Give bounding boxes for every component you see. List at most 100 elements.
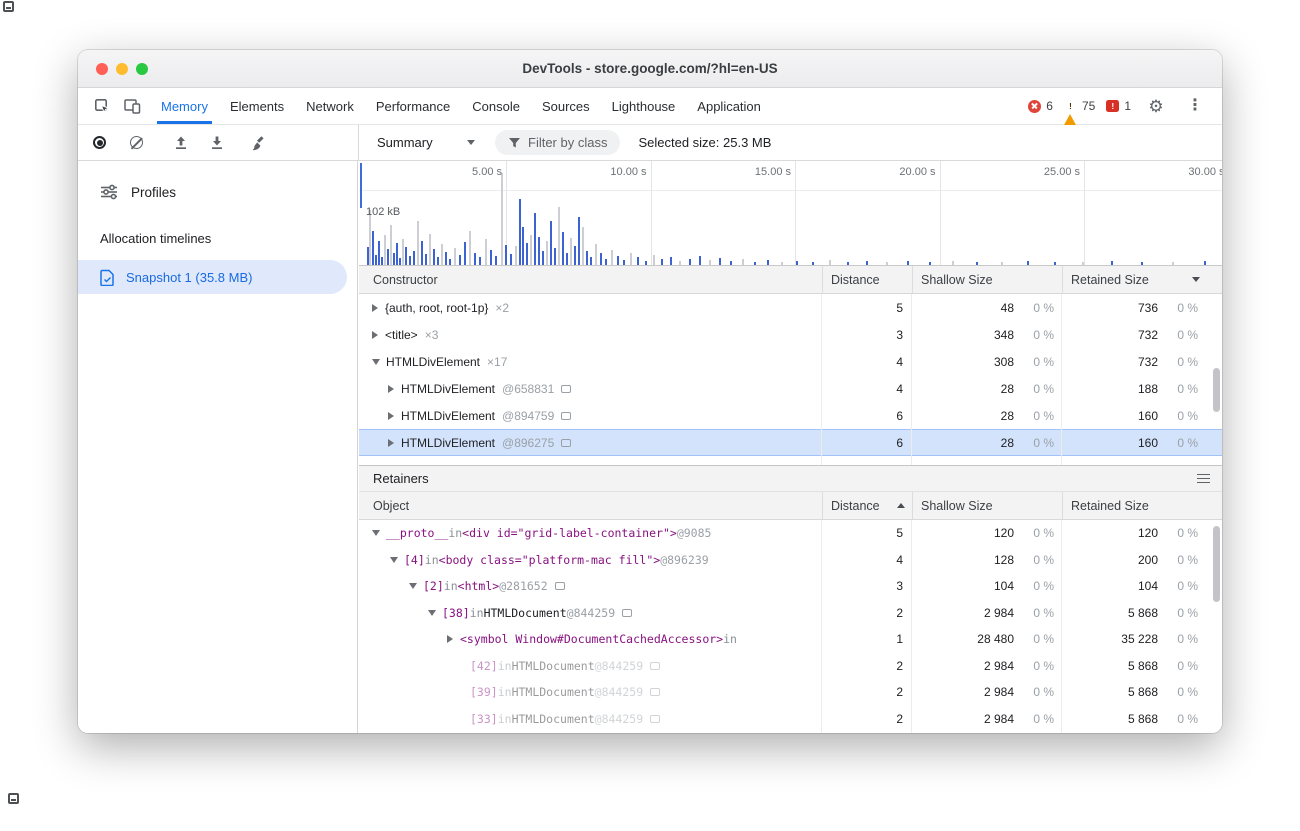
allocation-bar (433, 249, 435, 265)
reveal-icon[interactable] (650, 688, 660, 696)
expand-arrow-icon[interactable] (372, 304, 378, 312)
expand-arrow-icon[interactable] (388, 439, 394, 447)
tab-elements[interactable]: Elements (219, 88, 295, 124)
reveal-icon[interactable] (650, 715, 660, 723)
more-options-icon[interactable] (1181, 93, 1209, 120)
text-part: in (498, 659, 512, 673)
size-percent: 0 % (1014, 301, 1054, 315)
retainer-row[interactable]: [4] in <body class="platform-mac fill"> … (359, 547, 1222, 574)
column-header-retained-size[interactable]: Retained Size (1062, 266, 1222, 293)
selection-grip[interactable] (360, 163, 362, 208)
allocation-timeline-overview[interactable]: 5.00 s10.00 s15.00 s20.00 s25.00 s30.00 … (359, 161, 1222, 266)
zoom-button[interactable] (136, 63, 148, 75)
save-profile-button[interactable] (209, 135, 225, 150)
retainers-menu-icon[interactable] (1197, 474, 1210, 484)
class-filter[interactable]: Filter by class (495, 130, 620, 155)
record-heap-button[interactable] (93, 136, 106, 149)
column-header-distance[interactable]: Distance (822, 266, 912, 293)
object-name: HTMLDivElement (401, 409, 495, 423)
allocation-bar (429, 234, 431, 265)
close-button[interactable] (96, 63, 108, 75)
ruler-line (359, 190, 1222, 191)
expand-arrow-icon[interactable] (372, 331, 378, 339)
allocation-bar (907, 261, 909, 265)
perspective-select[interactable]: Summary (373, 131, 479, 154)
inspect-element-button[interactable] (88, 93, 116, 120)
allocation-bar (495, 256, 497, 265)
expand-arrow-icon[interactable] (372, 359, 380, 365)
tab-performance[interactable]: Performance (365, 88, 461, 124)
distance-cell: 2 (822, 606, 912, 620)
constructor-row[interactable]: HTMLDivElement×1743080 %7320 % (359, 348, 1222, 375)
issues-icon (1106, 100, 1119, 112)
retainer-row[interactable]: [38] in HTMLDocument @84425922 9840 %5 8… (359, 600, 1222, 627)
tab-application[interactable]: Application (686, 88, 772, 124)
distance-cell: 4 (822, 553, 912, 567)
warning-count-badge[interactable]: 75 (1064, 99, 1095, 113)
window-controls (96, 63, 148, 75)
text-part: in (723, 632, 737, 646)
reveal-icon[interactable] (561, 385, 571, 393)
constructor-row[interactable]: <title>×333480 %7320 % (359, 321, 1222, 348)
error-count-badge[interactable]: 6 (1028, 99, 1053, 113)
tab-console[interactable]: Console (461, 88, 531, 124)
size-value: 5 868 (1062, 685, 1158, 699)
vertical-scrollbar-thumb[interactable] (1213, 368, 1220, 412)
collect-garbage-button[interactable] (251, 135, 268, 151)
sidebar-item-snapshot[interactable]: Snapshot 1 (35.8 MB) (78, 260, 347, 294)
text-part: [2] (423, 579, 444, 593)
retainer-row[interactable]: <symbol Window#DocumentCachedAccessor> i… (359, 626, 1222, 653)
reveal-icon[interactable] (622, 609, 632, 617)
constructor-row[interactable]: {auth, root, root-1p}×25480 %7360 % (359, 294, 1222, 321)
retainer-row[interactable]: __proto__ in <div id="grid-label-contain… (359, 520, 1222, 547)
minimize-button[interactable] (116, 63, 128, 75)
retainer-object-cell: __proto__ in <div id="grid-label-contain… (359, 520, 822, 547)
device-toolbar-button[interactable] (118, 93, 146, 120)
reveal-icon[interactable] (561, 439, 571, 447)
vertical-scrollbar-thumb[interactable] (1213, 526, 1220, 602)
tab-sources[interactable]: Sources (531, 88, 601, 124)
constructor-name-cell: <title>×3 (359, 321, 822, 348)
column-header-shallow-size[interactable]: Shallow Size (912, 266, 1062, 293)
load-profile-button[interactable] (173, 135, 189, 150)
expand-arrow-icon[interactable] (388, 412, 394, 420)
retainer-row[interactable]: [39] in HTMLDocument @84425922 9840 %5 8… (359, 679, 1222, 706)
constructor-row[interactable]: HTMLDivElement@8962756280 %1600 % (359, 429, 1222, 456)
allocation-bar (1027, 261, 1029, 265)
retainer-row[interactable]: [42] in HTMLDocument @84425922 9840 %5 8… (359, 653, 1222, 680)
size-percent: 0 % (1158, 685, 1198, 699)
issues-badge[interactable]: 1 (1106, 99, 1131, 113)
tab-lighthouse[interactable]: Lighthouse (601, 88, 687, 124)
clear-profiles-button[interactable] (130, 136, 143, 149)
settings-gear-icon[interactable] (1142, 93, 1170, 120)
constructor-row[interactable]: HTMLDivElement@6588314280 %1880 % (359, 375, 1222, 402)
reveal-icon[interactable] (561, 412, 571, 420)
column-header-retained-size[interactable]: Retained Size (1062, 492, 1222, 519)
size-percent: 0 % (1158, 659, 1198, 673)
column-header-object[interactable]: Object (359, 492, 822, 519)
column-header-constructor[interactable]: Constructor (359, 266, 822, 293)
size-percent: 0 % (1158, 382, 1198, 396)
text-part: in (470, 606, 484, 620)
reveal-icon[interactable] (555, 582, 565, 590)
expand-arrow-icon[interactable] (372, 530, 380, 536)
expand-arrow-icon[interactable] (388, 385, 394, 393)
expand-arrow-icon[interactable] (409, 583, 417, 589)
retainer-row[interactable]: [2] in <html> @28165231040 %1040 % (359, 573, 1222, 600)
expand-arrow-icon[interactable] (447, 635, 453, 643)
constructor-row[interactable]: HTMLDivElement@8947596280 %1600 % (359, 402, 1222, 429)
expand-arrow-icon[interactable] (428, 610, 436, 616)
text-part: @844259 (567, 606, 615, 620)
object-name: HTMLDivElement (401, 436, 495, 450)
column-header-shallow-size[interactable]: Shallow Size (912, 492, 1062, 519)
tab-network[interactable]: Network (295, 88, 365, 124)
retainer-object-cell: <symbol Window#DocumentCachedAccessor> i… (359, 626, 822, 653)
expand-arrow-icon[interactable] (390, 557, 398, 563)
constructor-row[interactable]: HTMLDivElement (359, 456, 1222, 465)
allocation-bar (501, 173, 503, 265)
reveal-icon[interactable] (650, 662, 660, 670)
tab-memory[interactable]: Memory (150, 88, 219, 124)
retained-size-cell: 35 2280 % (1062, 632, 1222, 646)
column-header-distance[interactable]: Distance (822, 492, 912, 519)
retainer-row[interactable]: [33] in HTMLDocument @84425922 9840 %5 8… (359, 706, 1222, 733)
